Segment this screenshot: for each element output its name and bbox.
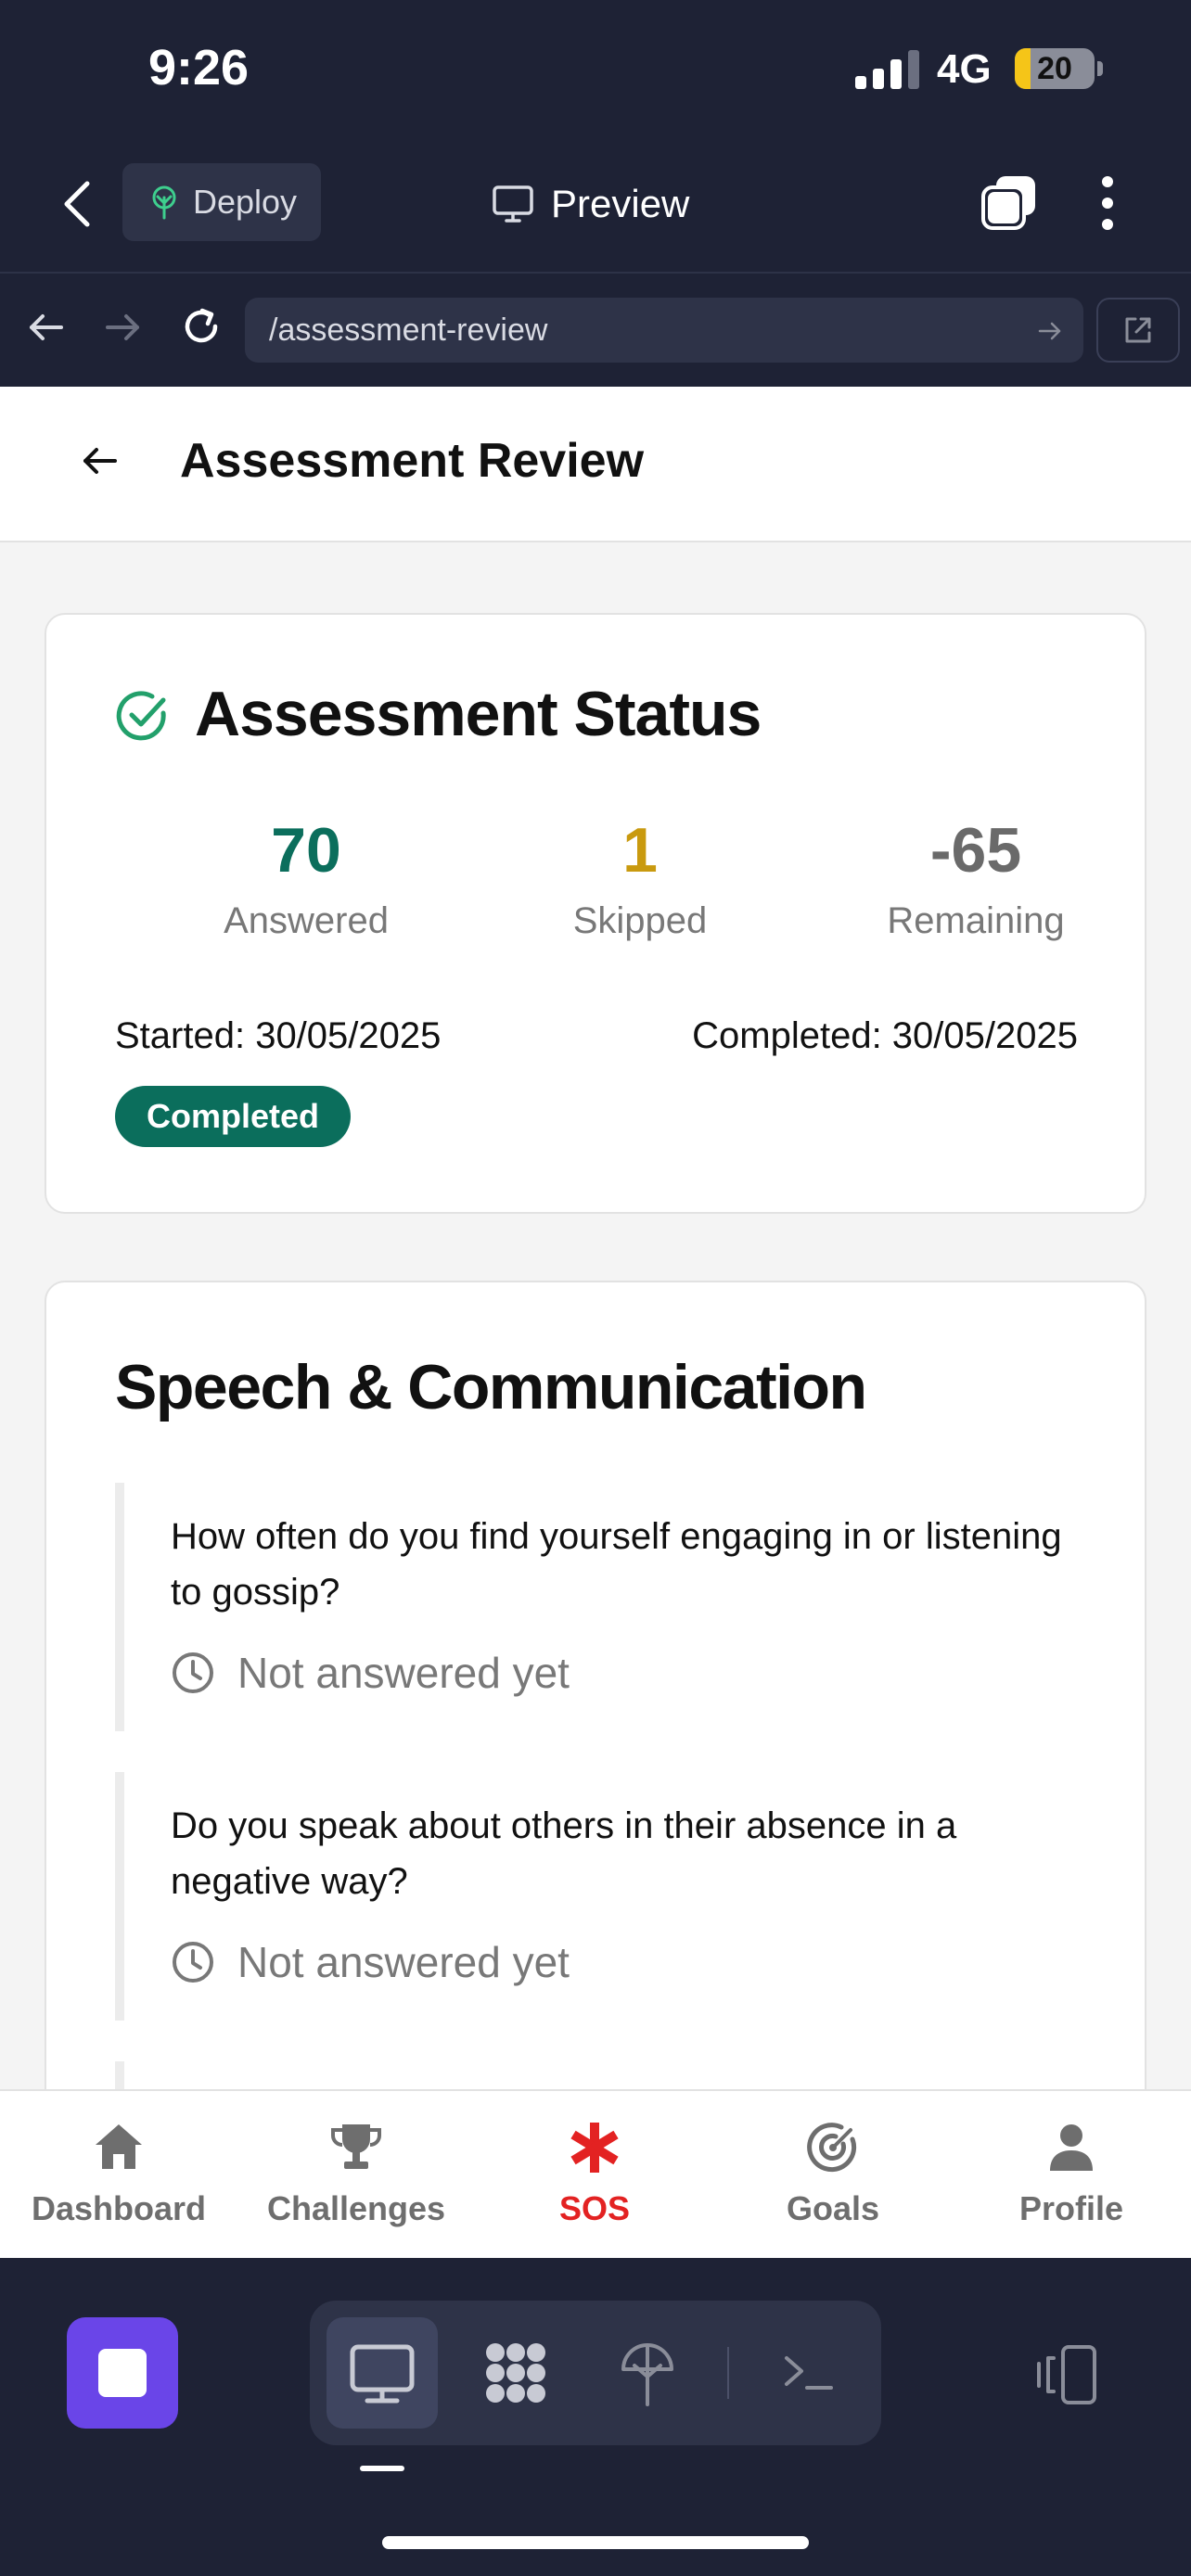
reload-icon[interactable] (178, 303, 224, 350)
skipped-count: 1 (622, 815, 658, 886)
asterisk-icon (570, 2123, 619, 2173)
dock-deploy-button[interactable] (592, 2317, 703, 2429)
status-title: Assessment Status (195, 679, 762, 749)
deploy-label: Deploy (193, 183, 298, 221)
stat-answered: 70 Answered (167, 819, 445, 942)
answer-status-text: Not answered yet (237, 1938, 570, 1986)
question-text: How often do you find yourself engaging … (171, 1516, 1062, 1613)
tab-label: Dashboard (31, 2189, 207, 2227)
page-content: Assessment Review Assessment Status 70 A… (0, 387, 1191, 2089)
app-bar: Deploy Preview (0, 139, 1191, 274)
status-bar: 9:26 4G 20 (0, 0, 1191, 139)
check-circle-icon (116, 691, 166, 741)
status-time: 9:26 (148, 40, 250, 96)
signal-icon (855, 50, 919, 89)
monitor-icon (350, 2344, 415, 2404)
tab-sos[interactable]: SOS (476, 2119, 713, 2228)
preview-title: Preview (492, 176, 689, 232)
dock-divider (727, 2347, 729, 2399)
network-type: 4G (937, 46, 992, 92)
dock-apps-button[interactable] (460, 2317, 571, 2429)
tab-label: Goals (786, 2189, 880, 2227)
answered-label: Answered (224, 900, 389, 941)
deploy-icon (152, 185, 176, 220)
remaining-count: -65 (929, 815, 1022, 886)
tab-goals[interactable]: Goals (714, 2119, 952, 2228)
dock-toolbar (310, 2301, 881, 2445)
started-date: Started: 30/05/2025 (115, 1015, 442, 1056)
page-title: Assessment Review (180, 434, 645, 488)
browser-back-icon[interactable] (26, 307, 67, 348)
tab-dashboard[interactable]: Dashboard (0, 2119, 237, 2228)
stop-button[interactable] (67, 2317, 178, 2429)
answer-status-text: Not answered yet (237, 1649, 570, 1697)
tab-challenges[interactable]: Challenges (237, 2119, 475, 2228)
url-field[interactable]: /assessment-review (245, 298, 1083, 363)
dock-preview-button[interactable] (327, 2317, 438, 2429)
battery-icon: 20 (1015, 48, 1095, 89)
monitor-icon (493, 185, 533, 223)
tabs-icon[interactable] (980, 174, 1039, 232)
more-vertical-icon[interactable] (1095, 174, 1121, 232)
device-toggle-icon[interactable] (1031, 2338, 1106, 2412)
tab-label: Challenges (266, 2189, 446, 2227)
stop-icon (98, 2349, 147, 2397)
active-indicator (360, 2466, 404, 2471)
answered-count: 70 (271, 815, 341, 886)
battery-level: 20 (1037, 51, 1072, 86)
section-title: Speech & Communication (115, 1352, 867, 1422)
back-arrow-icon[interactable] (80, 440, 121, 481)
person-icon (1050, 2124, 1093, 2171)
remaining-label: Remaining (887, 900, 1065, 941)
tab-label: SOS (558, 2189, 631, 2227)
url-text: /assessment-review (269, 312, 548, 348)
stat-skipped: 1 Skipped (501, 819, 779, 942)
go-arrow-icon[interactable] (1037, 318, 1063, 344)
assessment-status-card: Assessment Status 70 Answered 1 Skipped … (45, 613, 1146, 1214)
terminal-icon (785, 2356, 833, 2390)
tab-profile[interactable]: Profile (953, 2119, 1190, 2228)
open-external-button[interactable] (1096, 298, 1180, 363)
clock-icon (173, 1942, 213, 1983)
home-icon (96, 2124, 142, 2169)
question-text: Do you speak about others in their absen… (171, 1805, 957, 1902)
editor-dock (0, 2258, 1191, 2576)
question-item[interactable]: How often do you find yourself engaging … (115, 1483, 1080, 1731)
question-item[interactable]: Do you speak about others in their absen… (115, 1772, 1080, 2021)
grid-icon (486, 2343, 545, 2403)
section-card: Speech & Communication How often do you … (45, 1281, 1146, 2089)
trophy-icon (331, 2124, 381, 2169)
browser-bar: /assessment-review (0, 274, 1191, 387)
clock-icon (173, 1652, 213, 1693)
external-link-icon (1125, 317, 1151, 343)
bottom-tab-bar: Dashboard Challenges SOS Goals Profile (0, 2089, 1191, 2258)
skipped-label: Skipped (572, 900, 708, 941)
home-indicator[interactable] (382, 2536, 809, 2549)
battery-nub (1097, 61, 1103, 76)
preview-label: Preview (551, 182, 690, 225)
back-chevron-icon[interactable] (56, 178, 102, 230)
status-badge: Completed (115, 1086, 352, 1147)
tab-label: Profile (1018, 2189, 1124, 2227)
dock-terminal-button[interactable] (753, 2317, 864, 2429)
completed-date: Completed: 30/05/2025 (692, 1015, 1078, 1056)
question-item[interactable] (115, 2061, 1080, 2089)
page-header: Assessment Review (0, 387, 1191, 542)
deploy-button[interactable]: Deploy (122, 163, 321, 241)
stat-remaining: -65 Remaining (837, 819, 1115, 942)
browser-forward-icon[interactable] (102, 307, 143, 348)
answer-status: Not answered yet (171, 1648, 570, 1698)
target-icon (807, 2123, 857, 2173)
antenna-icon (621, 2343, 673, 2406)
answer-status: Not answered yet (171, 1937, 570, 1987)
